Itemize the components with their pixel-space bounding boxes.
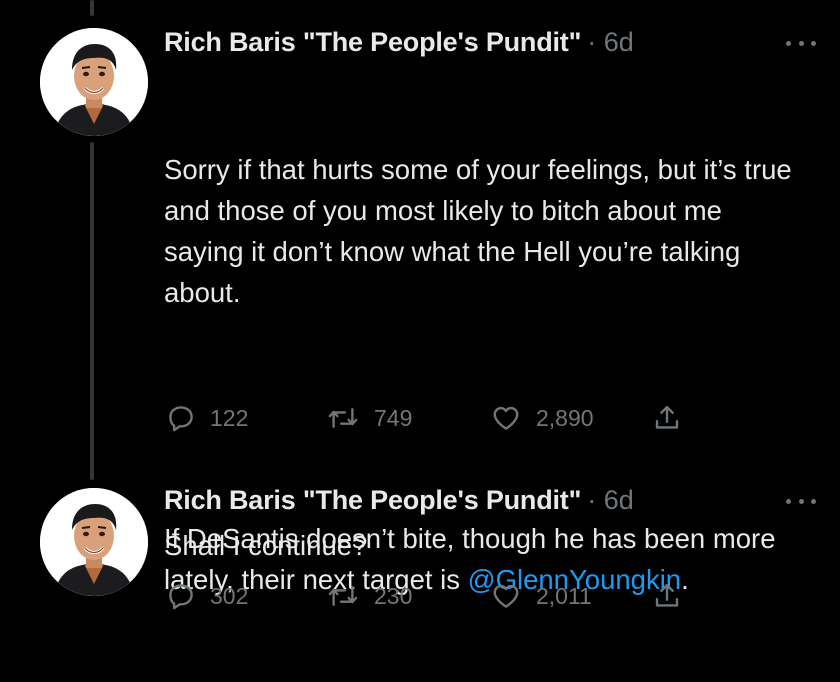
retweet-count: 749: [374, 404, 413, 431]
tweet-paragraph: Sorry if that hurts some of your feeling…: [164, 154, 800, 308]
reply-icon: [169, 584, 193, 610]
share-button[interactable]: [652, 576, 682, 616]
author-name[interactable]: Rich Baris "The People's Pundit": [164, 485, 581, 516]
reply-count: 122: [210, 404, 249, 431]
tweet-actions: 122 749 2,890: [164, 398, 724, 438]
retweet-button[interactable]: 230: [326, 576, 412, 616]
avatar[interactable]: [40, 28, 148, 136]
retweet-count: 230: [374, 582, 413, 609]
tweet-text: Shall I continue?: [164, 530, 368, 561]
share-button[interactable]: [652, 398, 682, 438]
retweet-icon: [328, 586, 358, 606]
tweet[interactable]: Rich Baris "The People's Pundit" · 6d So…: [0, 0, 840, 595]
tweet-header: Rich Baris "The People's Pundit" · 6d: [164, 24, 634, 60]
author-name[interactable]: Rich Baris "The People's Pundit": [164, 27, 581, 58]
heart-icon: [493, 584, 519, 608]
share-icon: [655, 583, 679, 607]
reply-icon: [169, 406, 193, 432]
like-count: 2,011: [536, 582, 592, 609]
retweet-button[interactable]: 749: [326, 398, 412, 438]
more-icon[interactable]: [786, 496, 816, 506]
heart-icon: [493, 406, 519, 430]
reply-count: 302: [210, 582, 249, 609]
retweet-icon: [328, 408, 358, 428]
reply-button[interactable]: 302: [166, 576, 248, 616]
tweet-header: Rich Baris "The People's Pundit" · 6d: [164, 482, 634, 518]
like-button[interactable]: 2,011: [490, 576, 592, 616]
like-count: 2,890: [536, 404, 594, 431]
avatar-illustration: [40, 488, 148, 596]
share-icon: [655, 405, 679, 429]
avatar-illustration: [40, 28, 148, 136]
reply-button[interactable]: 122: [166, 398, 248, 438]
like-button[interactable]: 2,890: [490, 398, 594, 438]
tweet-actions: 302 230 2,011: [164, 576, 724, 616]
avatar[interactable]: [40, 488, 148, 596]
timestamp[interactable]: · 6d: [587, 27, 634, 58]
timestamp[interactable]: · 6d: [587, 485, 634, 516]
more-icon[interactable]: [786, 38, 816, 48]
tweet[interactable]: Rich Baris "The People's Pundit" · 6d Sh…: [0, 470, 840, 639]
